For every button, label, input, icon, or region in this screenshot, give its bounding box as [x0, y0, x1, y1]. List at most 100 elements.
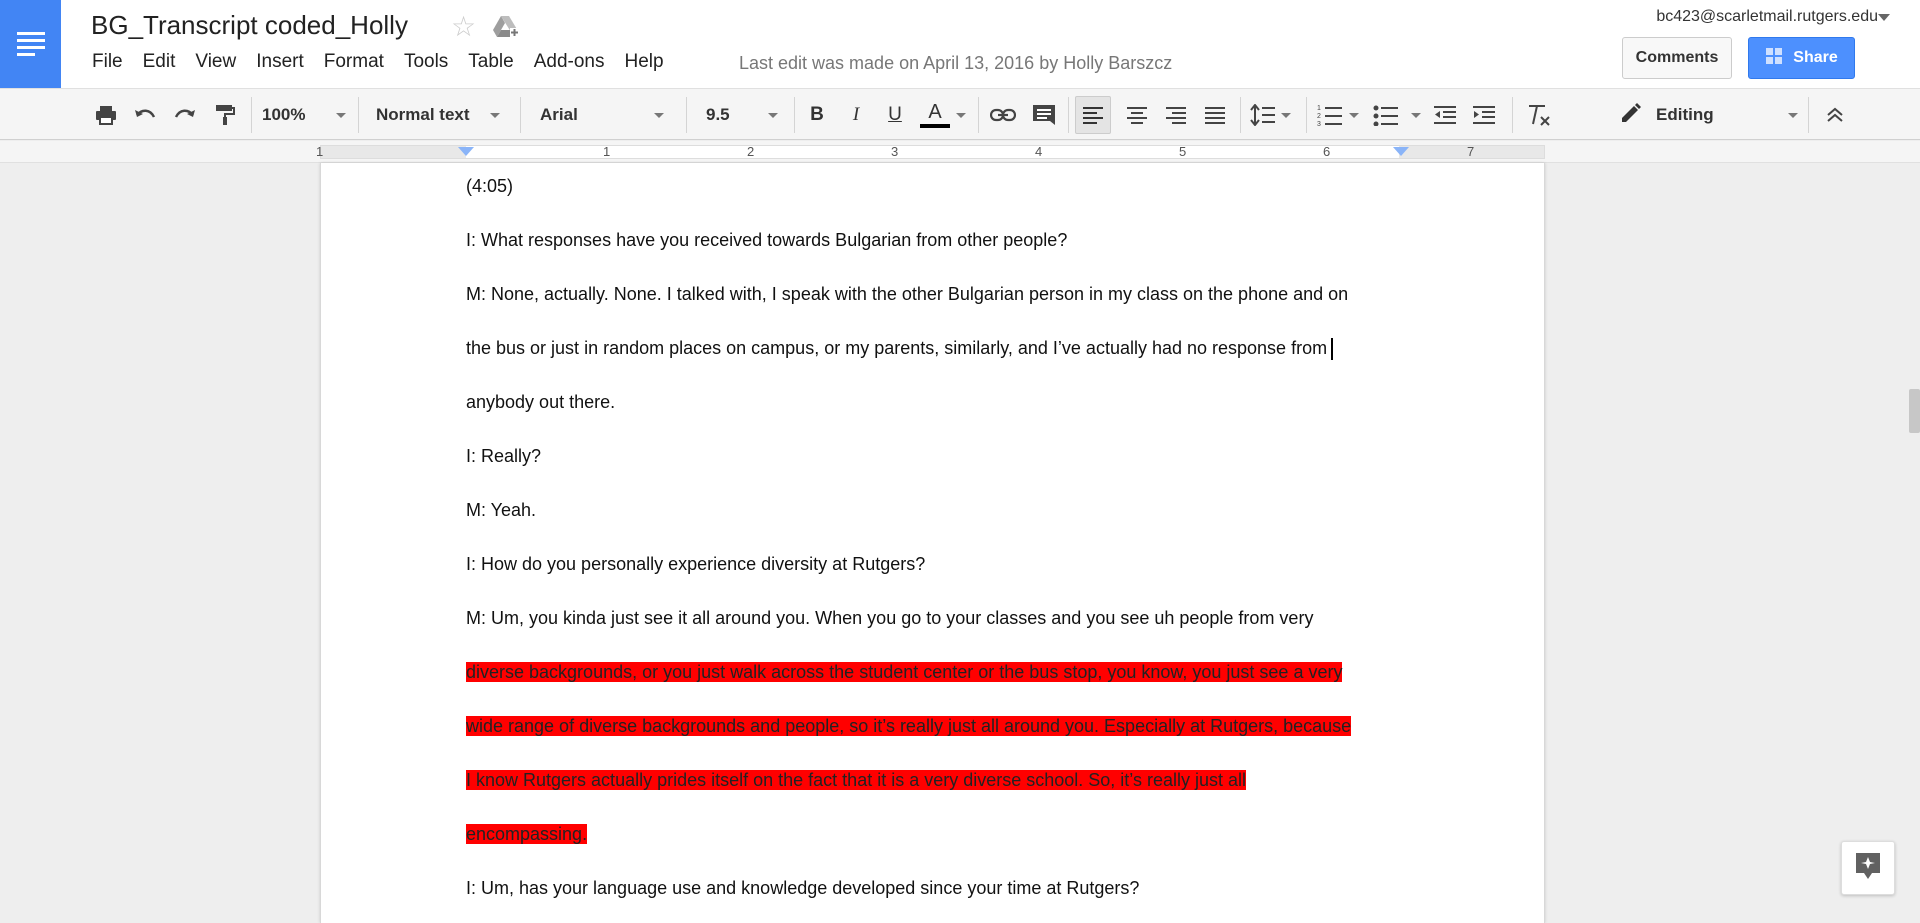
paragraph[interactable]: M: Um, you kinda just see it all around …: [466, 606, 1313, 630]
menu-view[interactable]: View: [185, 51, 246, 73]
left-indent-marker[interactable]: [458, 147, 474, 156]
explore-icon: [1855, 852, 1881, 885]
paragraph-text: M: None, actually. None. I talked with, …: [466, 284, 1349, 304]
align-left-button[interactable]: [1075, 96, 1111, 134]
decrease-indent-icon[interactable]: [1431, 89, 1459, 141]
highlighted-text: I know Rutgers actually prides itself on…: [466, 770, 1247, 790]
move-to-folder-icon[interactable]: [492, 14, 520, 43]
highlighted-text: wide range of diverse backgrounds and pe…: [466, 716, 1352, 736]
menu-bar: File Edit View Insert Format Tools Table…: [82, 51, 674, 73]
toolbar-divider: [520, 97, 521, 133]
style-value: Normal text: [376, 105, 470, 124]
text-color-dropdown[interactable]: [954, 89, 968, 141]
paragraph[interactable]: I: How do you personally experience dive…: [466, 552, 925, 576]
zoom-value: 100%: [262, 105, 306, 124]
editing-mode-select[interactable]: Editing: [1620, 89, 1798, 141]
paragraph[interactable]: I: What responses have you received towa…: [466, 228, 1067, 252]
pencil-icon: [1620, 102, 1642, 129]
justify-button[interactable]: [1200, 89, 1230, 141]
comments-button[interactable]: Comments: [1622, 37, 1732, 79]
text-color-button[interactable]: A: [920, 89, 950, 141]
zoom-select[interactable]: 100%: [262, 89, 346, 141]
ruler-label: 6: [1323, 144, 1331, 159]
account-email[interactable]: bc423@scarletmail.rutgers.edu: [1656, 8, 1878, 26]
paragraph-text: M: Yeah.: [466, 500, 537, 520]
paragraph-highlighted[interactable]: I know Rutgers actually prides itself on…: [466, 768, 1247, 792]
text-cursor: [1331, 338, 1334, 361]
font-size-select[interactable]: 9.5: [706, 89, 778, 141]
undo-icon[interactable]: [131, 89, 159, 141]
collapse-menus-icon[interactable]: [1820, 89, 1850, 141]
chevron-down-icon: [336, 112, 346, 118]
align-right-button[interactable]: [1161, 89, 1191, 141]
menu-tools[interactable]: Tools: [394, 51, 458, 73]
clear-formatting-icon[interactable]: [1524, 89, 1554, 141]
menu-table[interactable]: Table: [458, 51, 523, 73]
paragraph[interactable]: anybody out there.: [466, 390, 615, 414]
underline-button[interactable]: U: [882, 89, 908, 141]
paragraph-text: I: What responses have you received towa…: [466, 230, 1068, 250]
menu-help[interactable]: Help: [615, 51, 674, 73]
increase-indent-icon[interactable]: [1470, 89, 1498, 141]
docs-home-icon[interactable]: [0, 0, 61, 88]
account-caret-icon[interactable]: [1878, 14, 1890, 21]
ruler-label: 4: [1035, 144, 1043, 159]
menu-file[interactable]: File: [82, 51, 133, 73]
share-lock-icon: [1765, 47, 1783, 70]
paragraph-style-select[interactable]: Normal text: [376, 89, 500, 141]
bold-button[interactable]: B: [804, 89, 830, 141]
italic-button[interactable]: I: [843, 89, 869, 141]
bulleted-list-dropdown[interactable]: [1410, 89, 1422, 141]
redo-icon[interactable]: [171, 89, 199, 141]
align-center-button[interactable]: [1122, 89, 1152, 141]
scrollbar-thumb[interactable]: [1909, 389, 1920, 433]
ruler-label: 5: [1179, 144, 1187, 159]
paragraph-highlighted[interactable]: diverse backgrounds, or you just walk ac…: [466, 660, 1343, 684]
ruler-label: 1: [603, 144, 611, 159]
star-icon[interactable]: ☆: [451, 10, 476, 43]
numbered-list-icon[interactable]: 123: [1316, 89, 1344, 141]
ruler-label: 2: [747, 144, 755, 159]
paragraph-text: I: Really?: [466, 446, 542, 466]
print-icon[interactable]: [92, 89, 120, 141]
chevron-down-icon: [768, 112, 778, 118]
font-select[interactable]: Arial: [540, 89, 664, 141]
font-size-value: 9.5: [706, 105, 730, 124]
paragraph[interactable]: I: Really?: [466, 444, 541, 468]
share-button[interactable]: Share: [1748, 37, 1855, 79]
document-title[interactable]: BG_Transcript coded_Holly: [91, 10, 408, 41]
highlighted-text: diverse backgrounds, or you just walk ac…: [466, 662, 1343, 682]
paragraph[interactable]: M: Yeah.: [466, 498, 536, 522]
paragraph-highlighted[interactable]: wide range of diverse backgrounds and pe…: [466, 714, 1352, 738]
paragraph[interactable]: M: None, actually. None. I talked with, …: [466, 282, 1348, 306]
link-icon[interactable]: [988, 89, 1018, 141]
line-spacing-icon[interactable]: [1249, 89, 1277, 141]
vertical-scrollbar[interactable]: [1907, 163, 1920, 923]
paint-format-icon[interactable]: [211, 89, 239, 141]
menu-format[interactable]: Format: [314, 51, 394, 73]
right-indent-marker[interactable]: [1393, 147, 1409, 156]
bulleted-list-icon[interactable]: [1372, 89, 1400, 141]
toolbar-divider: [1808, 97, 1809, 133]
paragraph[interactable]: I: Um, has your language use and knowled…: [466, 876, 1139, 900]
menu-add-ons[interactable]: Add-ons: [524, 51, 615, 73]
paragraph-text: I: How do you personally experience dive…: [466, 554, 926, 574]
paragraph-text: I: Um, has your language use and knowled…: [466, 878, 1140, 898]
text-color-swatch: [920, 124, 950, 128]
comment-icon[interactable]: [1029, 89, 1059, 141]
ruler-label: 7: [1467, 144, 1475, 159]
ruler-label: 1: [316, 144, 324, 159]
last-edit-link[interactable]: Last edit was made on April 13, 2016 by …: [739, 53, 1172, 74]
paragraph-highlighted[interactable]: encompassing.: [466, 822, 588, 846]
paragraph[interactable]: the bus or just in random places on camp…: [466, 336, 1334, 361]
paragraph[interactable]: (4:05): [466, 174, 513, 198]
line-spacing-dropdown[interactable]: [1280, 89, 1292, 141]
highlighted-text: encompassing.: [466, 824, 588, 844]
menu-insert[interactable]: Insert: [246, 51, 314, 73]
explore-button[interactable]: [1841, 841, 1895, 895]
chevron-down-icon: [654, 112, 664, 118]
ruler[interactable]: 1 1 2 3 4 5 6 7: [316, 144, 1545, 159]
numbered-list-dropdown[interactable]: [1348, 89, 1360, 141]
document-page[interactable]: (4:05) I: What responses have you receiv…: [320, 163, 1545, 923]
menu-edit[interactable]: Edit: [133, 51, 186, 73]
